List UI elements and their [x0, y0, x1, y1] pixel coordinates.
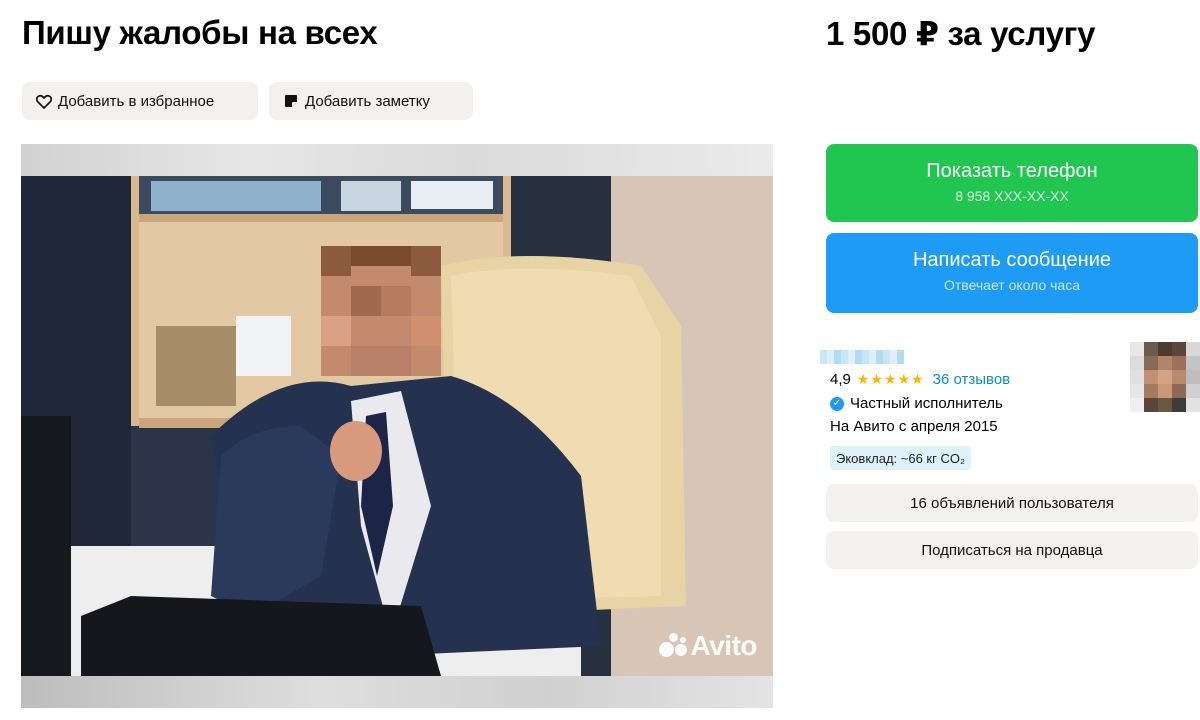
avito-watermark-text: Avito — [690, 630, 758, 661]
avito-logo-icon — [658, 633, 689, 659]
listing-title: Пишу жалобы на всех — [22, 14, 378, 51]
seller-avatar[interactable] — [1130, 342, 1200, 414]
response-time-text: Отвечает около часа — [943, 277, 1081, 293]
photo-blur-band-bottom — [21, 676, 773, 708]
show-phone-button[interactable]: Показать телефон 8 958 XXX-XX-XX — [826, 144, 1198, 222]
reviews-link[interactable]: 36 отзывов — [933, 371, 1011, 388]
verified-check-icon: ✓ — [830, 396, 844, 411]
seller-rating-row: 4,9 ★★★★★ 36 отзывов — [830, 371, 1010, 388]
seller-since: На Авито с апреля 2015 — [830, 418, 998, 435]
send-message-button[interactable]: Написать сообщение Отвечает около часа — [826, 233, 1198, 313]
office-photo-illustration — [21, 176, 773, 676]
eco-contribution-badge[interactable]: Эковклад: ~66 кг CO₂ — [830, 446, 972, 470]
send-message-label: Написать сообщение — [912, 249, 1111, 271]
masked-phone-number: 8 958 XXX-XX-XX — [955, 188, 1069, 204]
add-note-button[interactable]: Добавить заметку — [269, 82, 473, 120]
seller-type-row: ✓ Частный исполнитель — [830, 395, 1003, 412]
seller-listings-button[interactable]: 16 объявлений пользователя — [826, 484, 1198, 522]
note-icon — [283, 93, 299, 109]
seller-name-redacted[interactable] — [820, 350, 904, 364]
add-to-favorites-button[interactable]: Добавить в избранное — [22, 82, 258, 120]
rating-value: 4,9 — [830, 371, 851, 388]
add-to-favorites-label: Добавить в избранное — [58, 92, 215, 110]
avito-watermark: Avito — [658, 630, 758, 662]
heart-outline-icon — [36, 93, 52, 109]
add-note-label: Добавить заметку — [305, 92, 430, 110]
listing-photo[interactable]: Avito — [21, 144, 773, 708]
rating-stars: ★★★★★ — [856, 371, 925, 387]
show-phone-label: Показать телефон — [926, 160, 1098, 182]
listing-price: 1 500 ₽ за услугу — [826, 15, 1096, 52]
subscribe-seller-button[interactable]: Подписаться на продавца — [826, 531, 1198, 569]
photo-blur-band-top — [21, 144, 773, 176]
seller-type: Частный исполнитель — [850, 395, 1003, 412]
